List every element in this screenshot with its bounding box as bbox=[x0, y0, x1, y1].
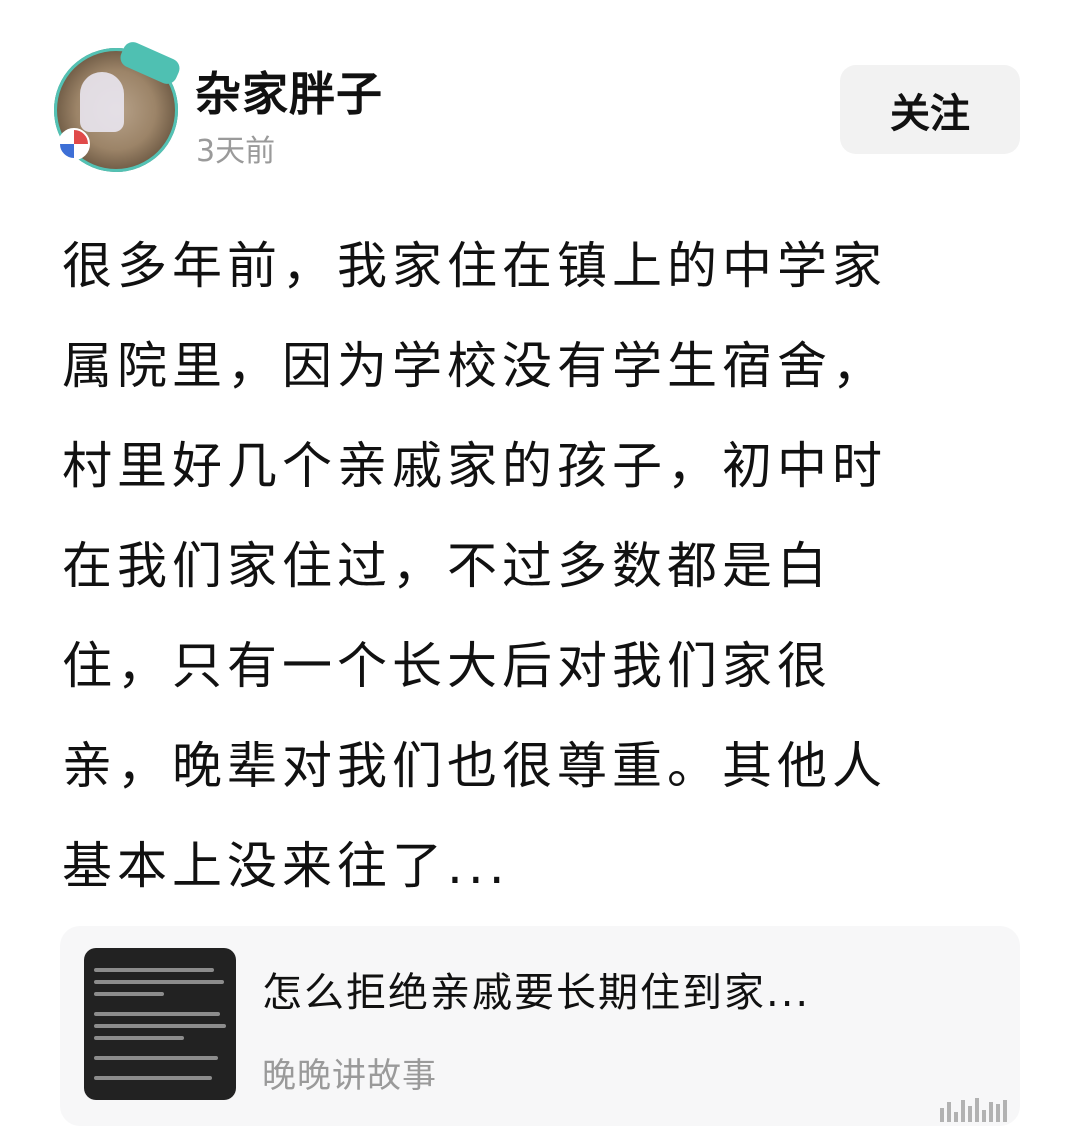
avatar-figure-icon bbox=[80, 72, 124, 132]
article-source: 晚晚讲故事 bbox=[262, 1056, 437, 1096]
article-title[interactable]: 怎么拒绝亲戚要长期住到家... bbox=[262, 960, 810, 1018]
post-text-line: 属院里，因为学校没有学生宿舍， bbox=[62, 337, 887, 395]
post-text-line: 亲，晚辈对我们也很尊重。其他人 bbox=[62, 737, 887, 795]
post-text-line: 村里好几个亲戚家的孩子，初中时 bbox=[62, 437, 887, 495]
author-name[interactable]: 杂家胖子 bbox=[195, 58, 383, 124]
post-text-line: 在我们家住过，不过多数都是白 bbox=[62, 537, 832, 595]
post-text-line: 住，只有一个长大后对我们家很 bbox=[62, 637, 832, 695]
post-text-line: 基本上没来往了... bbox=[62, 837, 510, 895]
author-avatar[interactable] bbox=[54, 38, 183, 172]
watermark-barcode bbox=[940, 1096, 1056, 1122]
post-text[interactable]: 很多年前，我家住在镇上的中学家 属院里，因为学校没有学生宿舍， 村里好几个亲戚家… bbox=[62, 216, 1022, 916]
follow-button[interactable]: 关注 bbox=[840, 65, 1020, 154]
linked-article-card[interactable]: 怎么拒绝亲戚要长期住到家... 晚晚讲故事 bbox=[60, 926, 1020, 1126]
article-thumbnail bbox=[84, 948, 236, 1100]
post-time: 3天前 bbox=[196, 134, 276, 169]
post-header: 杂家胖子 3天前 关注 bbox=[0, 0, 1080, 190]
peak-badge-icon bbox=[117, 38, 183, 88]
post-text-line: 很多年前，我家住在镇上的中学家 bbox=[62, 237, 887, 295]
ball-icon bbox=[58, 128, 90, 160]
